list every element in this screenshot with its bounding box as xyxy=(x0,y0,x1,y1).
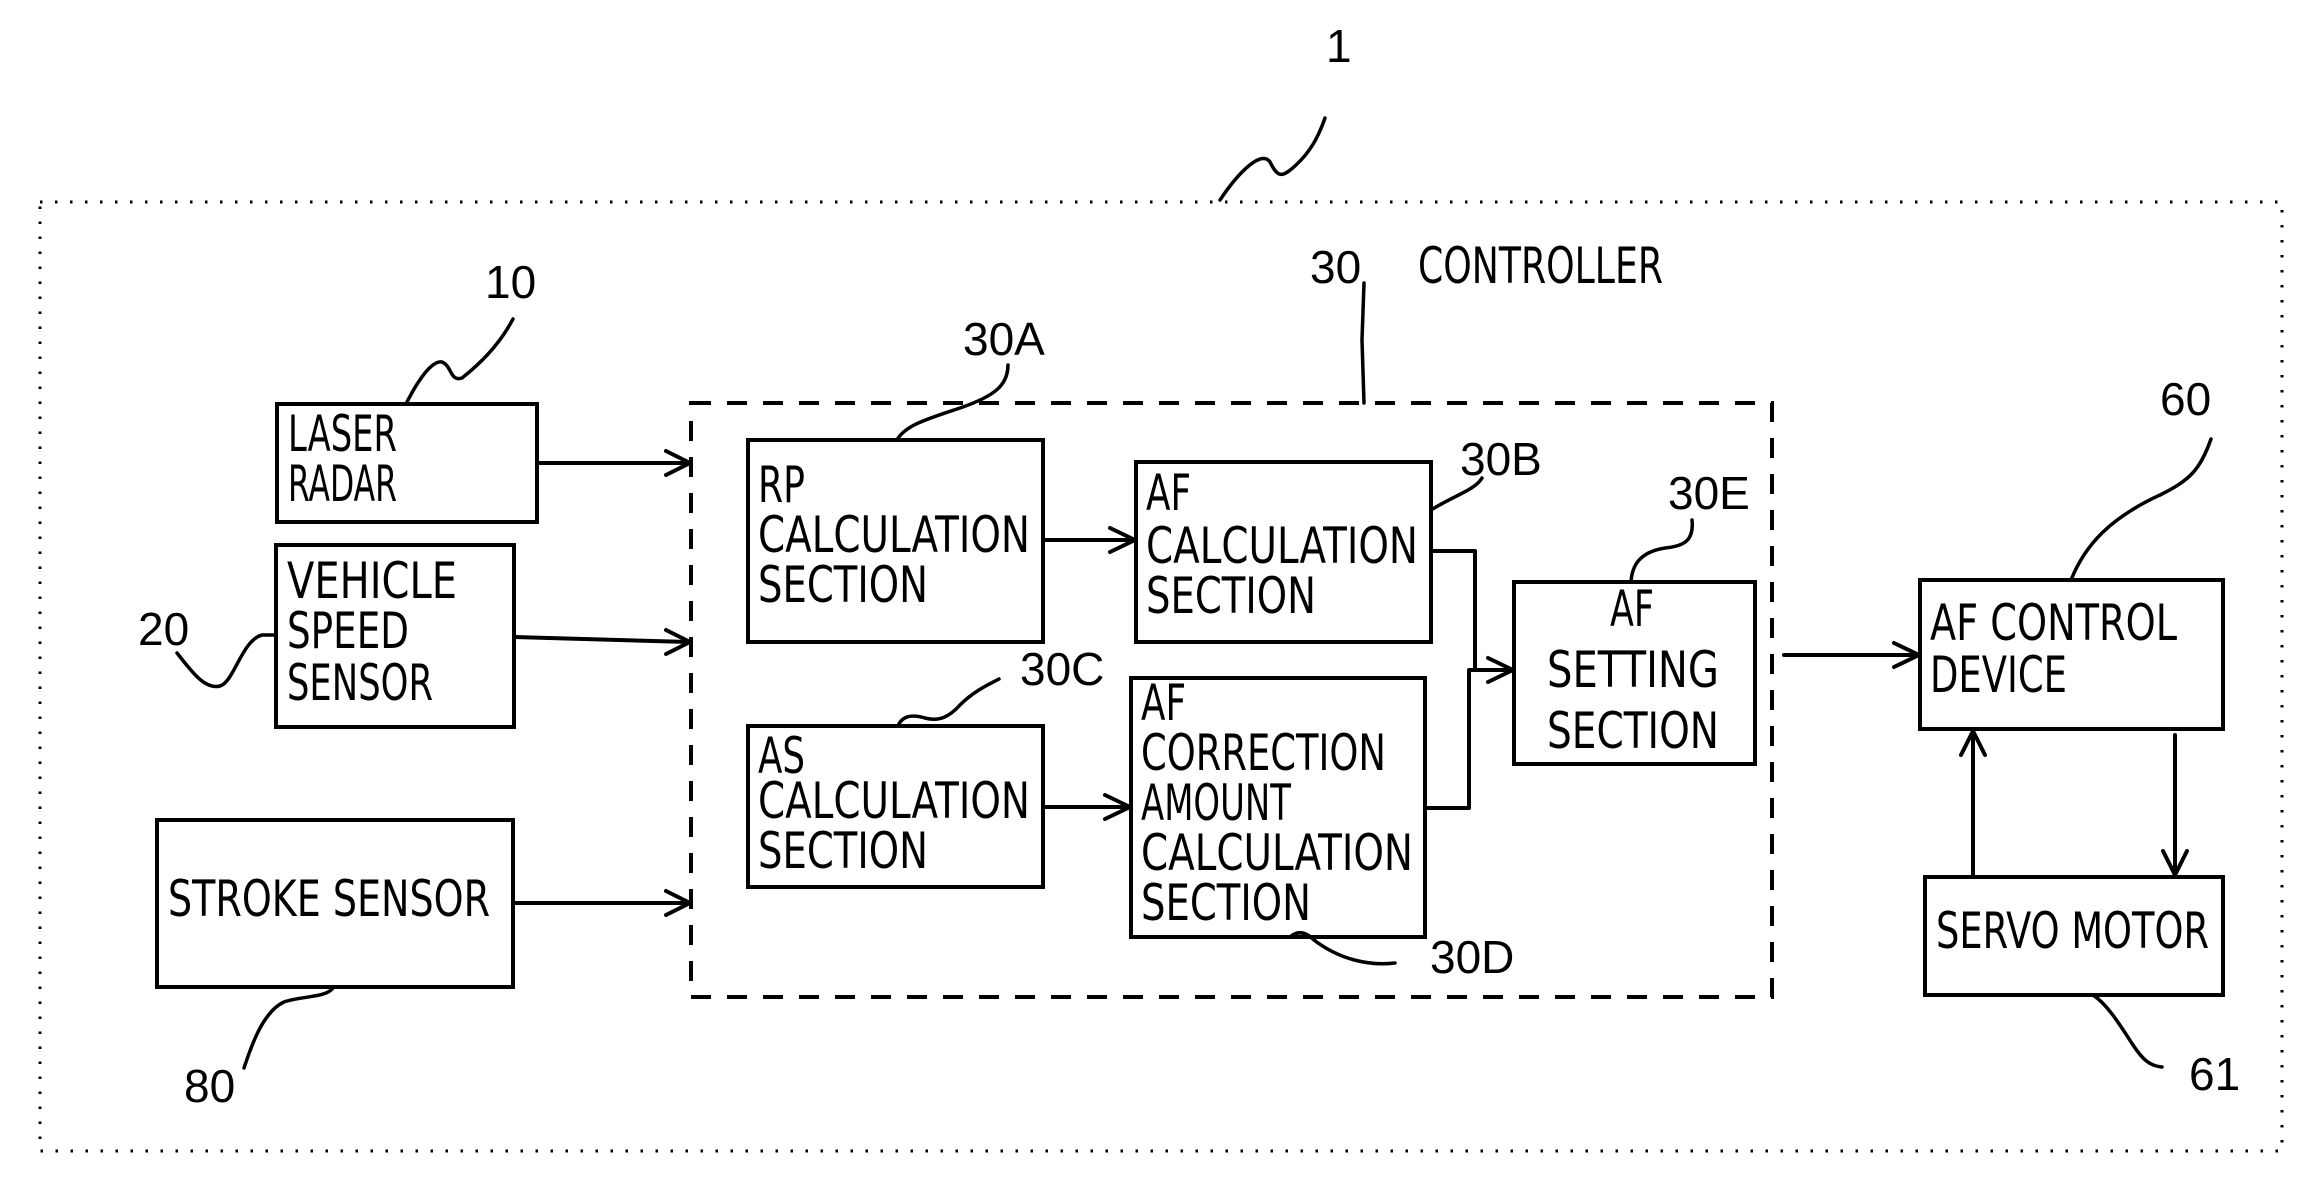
leader-30e xyxy=(1629,518,1694,584)
connection-af-control-to-servo xyxy=(2161,733,2189,877)
block-stroke-sensor: STROKE SENSOR xyxy=(155,818,515,989)
block-text-line: SETTING xyxy=(1547,641,1719,699)
controller-title: CONTROLLER xyxy=(1418,237,1663,295)
block-text-line: SECTION xyxy=(758,822,928,880)
block-text-line: DEVICE xyxy=(1930,646,2067,704)
system-ref-leader xyxy=(1218,116,1327,202)
ref-label-20: 20 xyxy=(138,603,189,655)
block-text-line: RADAR xyxy=(288,455,397,513)
ref-label-80: 80 xyxy=(184,1060,235,1112)
block-text-line: AF CONTROL xyxy=(1930,594,2177,652)
block-text-line: AF xyxy=(1146,464,1191,522)
block-diagram: 1 30 CONTROLLER LASER RADAR 10 VEHICLE S… xyxy=(38,20,2284,1153)
ref-label-30d: 30D xyxy=(1430,931,1514,983)
block-text-line: AF xyxy=(1610,580,1654,638)
ref-label-30a: 30A xyxy=(963,313,1045,365)
ref-label-30c: 30C xyxy=(1020,643,1104,695)
block-vehicle-speed-sensor: VEHICLE SPEED SENSOR xyxy=(274,543,516,729)
block-servo-motor: SERVO MOTOR xyxy=(1923,875,2225,997)
leader-61 xyxy=(2091,993,2164,1069)
ref-label-60: 60 xyxy=(2160,373,2211,425)
leader-30c xyxy=(896,677,1001,728)
connection-as-to-af-correction xyxy=(1041,793,1132,821)
ref-label-61: 61 xyxy=(2189,1048,2240,1100)
ref-label-30e: 30E xyxy=(1668,467,1750,519)
connection-af-correction-to-af-setting xyxy=(1423,656,1515,810)
block-af-control-device: AF CONTROL DEVICE xyxy=(1918,578,2225,731)
connection-controller-to-af-control xyxy=(1782,641,1921,669)
connection-af-calc-to-af-setting xyxy=(1429,549,1477,672)
connection-laser-to-controller xyxy=(535,449,692,477)
block-text-line: SENSOR xyxy=(287,654,433,712)
block-text-line: SECTION xyxy=(1146,567,1316,625)
block-text-line: SPEED xyxy=(287,602,409,660)
block-laser-radar: LASER RADAR xyxy=(275,402,539,524)
block-rp-calculation-section: RP CALCULATION SECTION xyxy=(746,438,1045,644)
block-text-line: SECTION xyxy=(758,556,928,614)
connection-vehicle-speed-to-controller xyxy=(512,628,692,656)
block-af-calculation-section: AF CALCULATION SECTION xyxy=(1134,460,1433,644)
block-af-correction-amount-calculation-section: AF CORRECTION AMOUNT CALCULATION SECTION xyxy=(1129,674,1427,939)
block-af-setting-section: AF SETTING SECTION xyxy=(1512,580,1757,766)
controller-ref-label: 30 xyxy=(1310,241,1361,293)
controller-ref-leader xyxy=(1360,281,1366,405)
leader-80 xyxy=(242,986,335,1070)
block-text-line: STROKE SENSOR xyxy=(168,870,490,928)
leader-10 xyxy=(404,317,515,406)
system-ref-label: 1 xyxy=(1326,20,1352,72)
ref-label-30b: 30B xyxy=(1460,433,1542,485)
block-text-line: SECTION xyxy=(1547,702,1719,760)
ref-label-10: 10 xyxy=(485,256,536,308)
block-as-calculation-section: AS CALCULATION SECTION xyxy=(746,724,1045,889)
connection-rp-to-af-calc xyxy=(1041,526,1137,554)
connection-stroke-to-controller xyxy=(511,889,692,917)
block-text-line: SERVO MOTOR xyxy=(1936,902,2209,960)
leader-60 xyxy=(2069,437,2213,582)
leader-20 xyxy=(175,633,278,689)
connection-servo-to-af-control xyxy=(1959,729,1987,879)
block-text-line: SECTION xyxy=(1141,874,1311,932)
